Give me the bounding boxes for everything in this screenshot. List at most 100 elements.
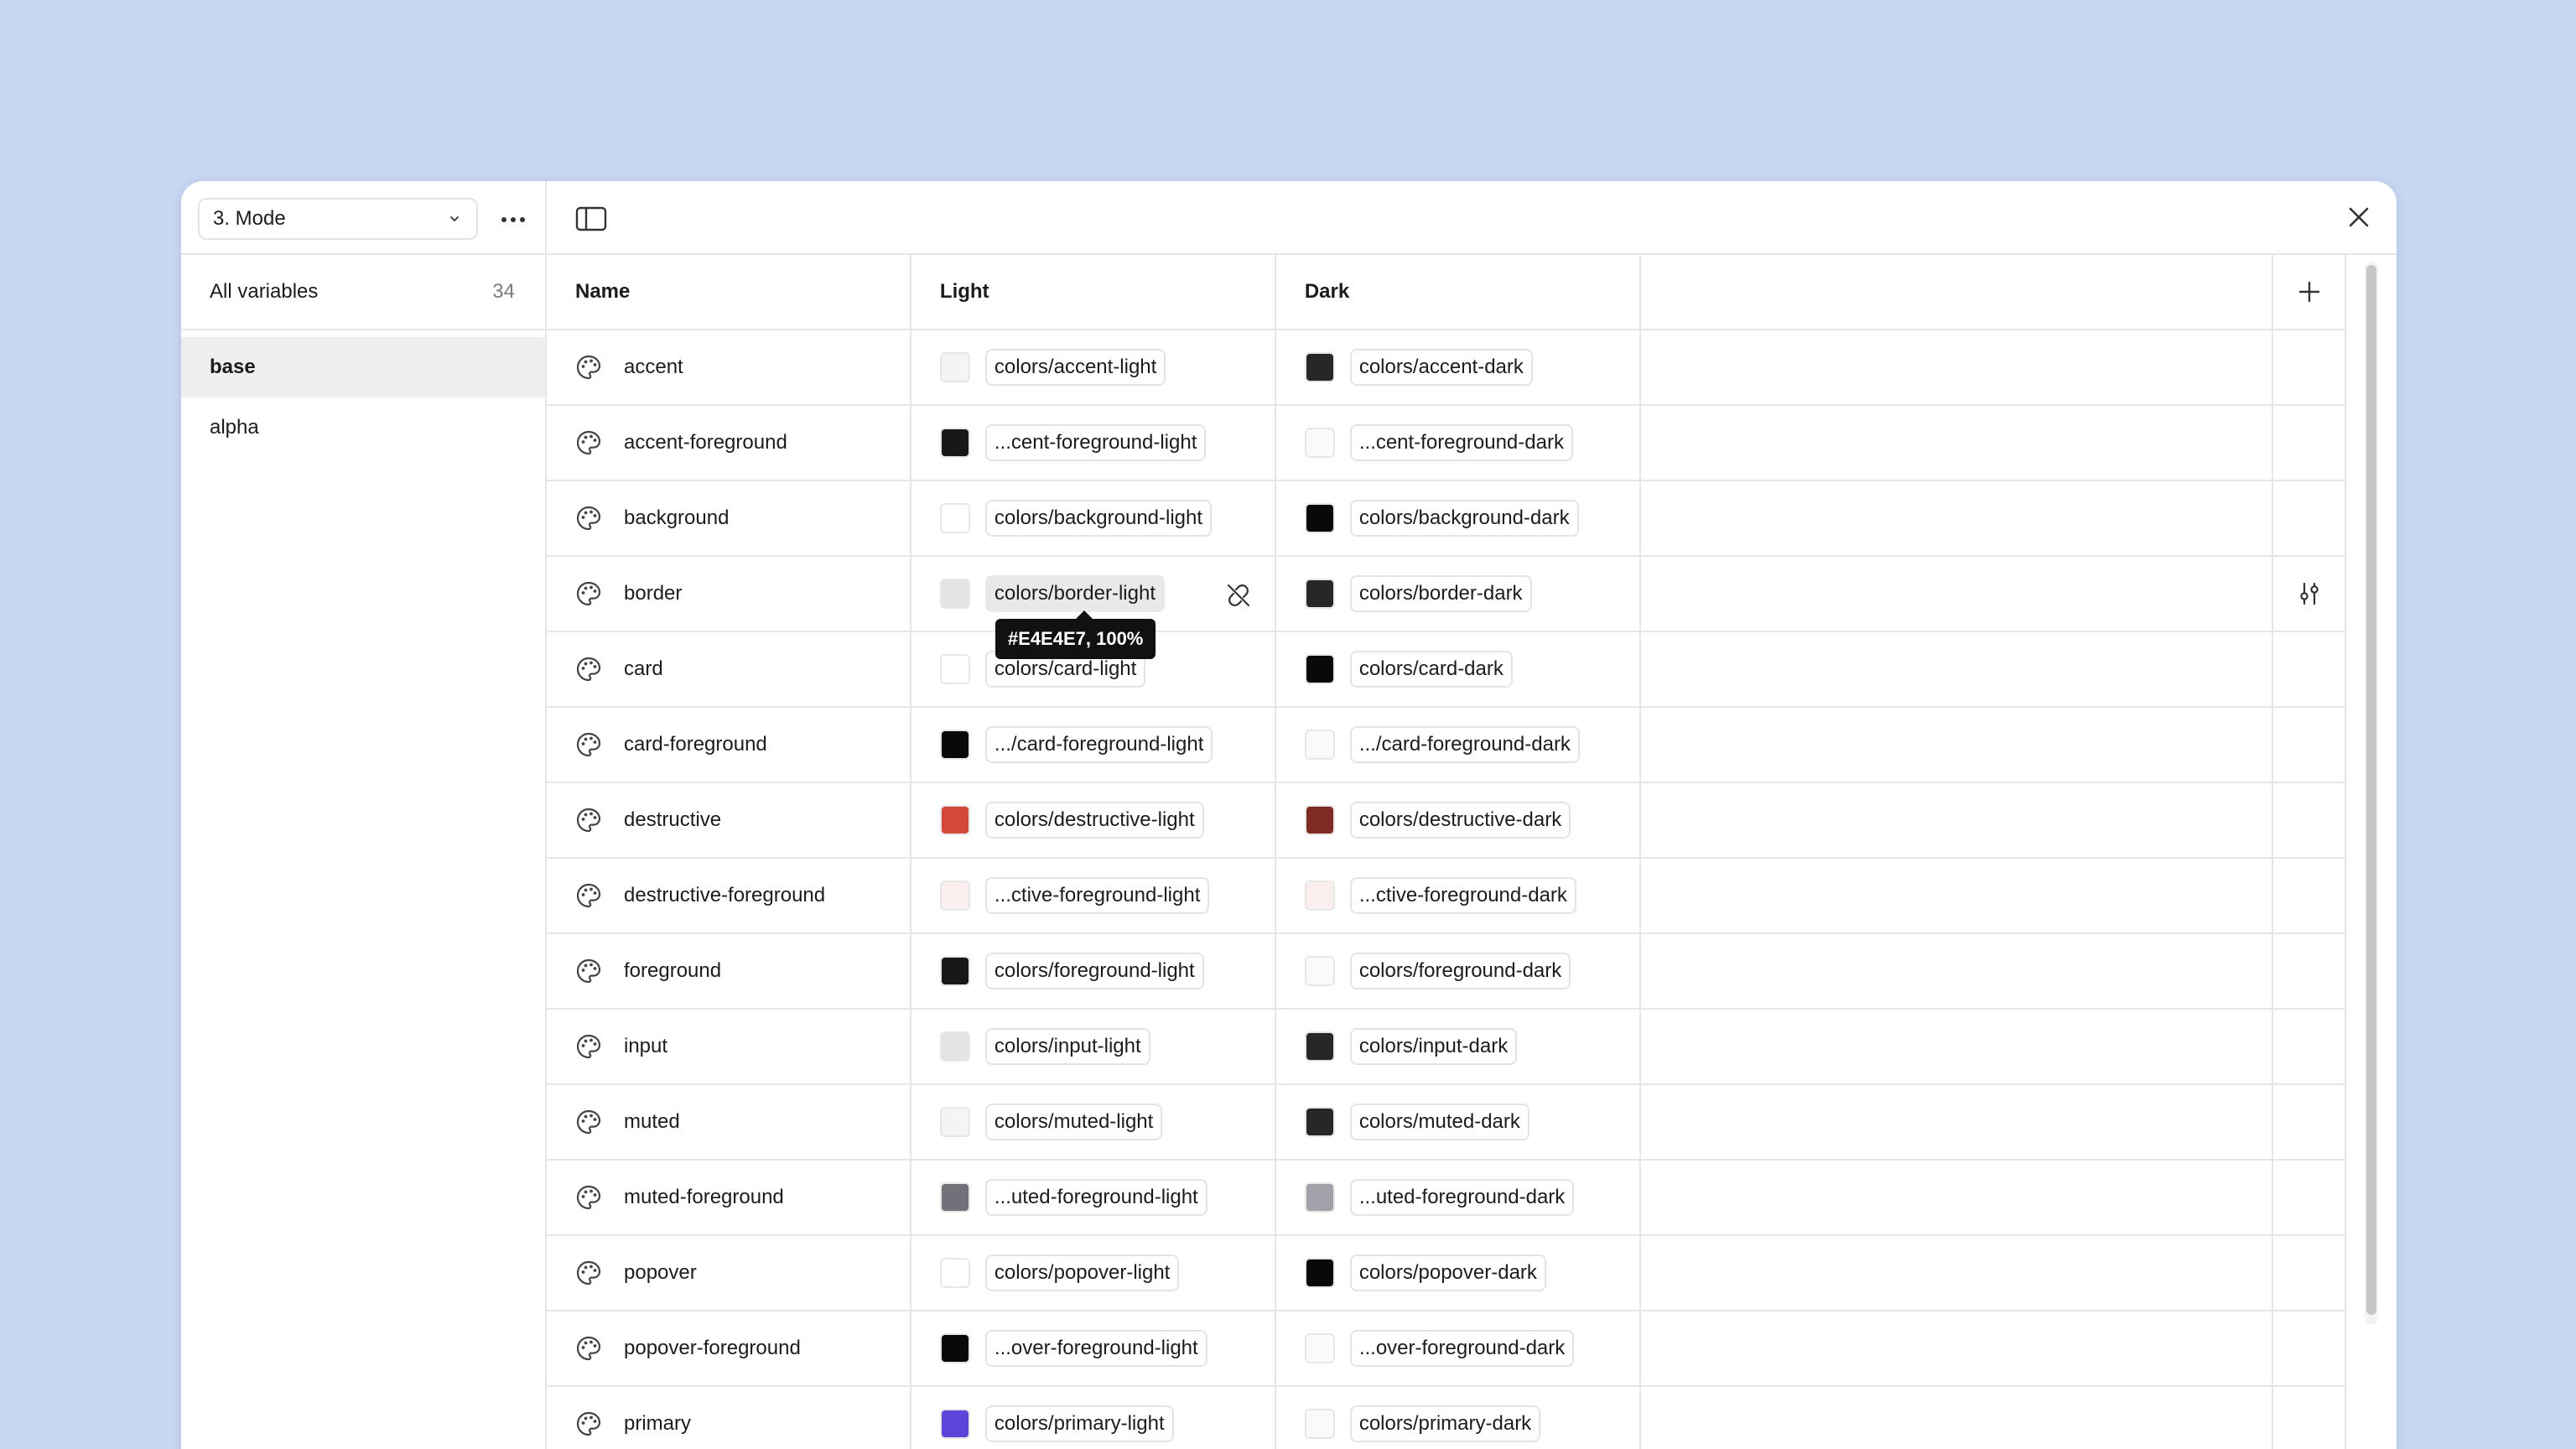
name-cell[interactable]: primary [547,1387,911,1449]
row-action-cell[interactable] [2273,783,2347,857]
dark-color-swatch[interactable] [1304,428,1335,458]
dark-color-swatch[interactable] [1304,1031,1335,1062]
row-action-cell[interactable] [2273,632,2347,706]
dark-alias-pill[interactable]: .../card-foreground-dark [1349,726,1580,763]
light-color-swatch[interactable] [939,1182,970,1213]
row-action-cell[interactable] [2273,1085,2347,1159]
dark-alias-pill[interactable]: colors/background-dark [1349,500,1579,537]
row-action-cell[interactable] [2273,1387,2347,1449]
column-header-light[interactable]: Light [911,255,1276,329]
dark-value-cell[interactable]: ...over-foreground-dark [1276,1311,1641,1385]
light-value-cell[interactable]: colors/background-light [911,481,1276,555]
row-action-cell[interactable] [2273,330,2347,404]
light-color-swatch[interactable] [939,428,970,458]
light-alias-pill[interactable]: colors/muted-light [984,1104,1163,1140]
table-row[interactable]: muted colors/muted-light colors/muted-da… [547,1085,2347,1161]
name-cell[interactable]: muted-foreground [547,1161,911,1234]
dark-value-cell[interactable]: colors/muted-dark [1276,1085,1641,1159]
table-row[interactable]: destructive colors/destructive-light col… [547,783,2347,859]
name-cell[interactable]: accent [547,330,911,404]
dark-color-swatch[interactable] [1304,1258,1335,1288]
light-color-swatch[interactable] [939,654,970,684]
dark-value-cell[interactable]: ...uted-foreground-dark [1276,1161,1641,1234]
column-header-dark[interactable]: Dark [1276,255,1641,329]
dark-color-swatch[interactable] [1304,880,1335,911]
light-color-swatch[interactable] [939,730,970,760]
dark-alias-pill[interactable]: colors/destructive-dark [1349,802,1571,839]
name-cell[interactable]: destructive [547,783,911,857]
dark-alias-pill[interactable]: colors/primary-dark [1349,1405,1541,1442]
row-action-cell[interactable] [2273,557,2347,631]
light-value-cell[interactable]: ...uted-foreground-light [911,1161,1276,1234]
dark-color-swatch[interactable] [1304,730,1335,760]
light-alias-pill[interactable]: colors/primary-light [984,1405,1174,1442]
table-row[interactable]: foreground colors/foreground-light color… [547,934,2347,1010]
dark-color-swatch[interactable] [1304,1107,1335,1137]
dark-value-cell[interactable]: colors/destructive-dark [1276,783,1641,857]
name-cell[interactable]: background [547,481,911,555]
row-action-cell[interactable] [2273,1010,2347,1083]
table-row[interactable]: accent-foreground ...cent-foreground-lig… [547,406,2347,481]
dark-alias-pill[interactable]: colors/popover-dark [1349,1254,1546,1291]
name-cell[interactable]: popover [547,1236,911,1310]
row-action-cell[interactable] [2273,934,2347,1008]
name-cell[interactable]: accent-foreground [547,406,911,480]
more-options-button[interactable] [496,203,530,236]
dark-value-cell[interactable]: colors/border-dark [1276,557,1641,631]
light-value-cell[interactable]: ...cent-foreground-light [911,406,1276,480]
group-item-alpha[interactable]: alpha [181,397,545,458]
row-action-cell[interactable] [2273,1311,2347,1385]
light-color-swatch[interactable] [939,503,970,533]
close-icon[interactable] [2346,205,2371,230]
light-alias-pill[interactable]: .../card-foreground-light [984,726,1213,763]
row-action-cell[interactable] [2273,859,2347,932]
dark-alias-pill[interactable]: colors/accent-dark [1349,349,1533,386]
dark-alias-pill[interactable]: colors/border-dark [1349,575,1532,612]
name-cell[interactable]: foreground [547,934,911,1008]
name-cell[interactable]: border [547,557,911,631]
light-color-swatch[interactable] [939,1333,970,1363]
row-action-cell[interactable] [2273,708,2347,782]
light-alias-pill[interactable]: colors/input-light [984,1028,1150,1065]
dark-value-cell[interactable]: colors/popover-dark [1276,1236,1641,1310]
light-value-cell[interactable]: colors/accent-light [911,330,1276,404]
light-value-cell[interactable]: colors/destructive-light [911,783,1276,857]
light-value-cell[interactable]: colors/popover-light [911,1236,1276,1310]
dark-alias-pill[interactable]: ...cent-foreground-dark [1349,424,1573,461]
row-action-cell[interactable] [2273,406,2347,480]
dark-color-swatch[interactable] [1304,805,1335,835]
light-alias-pill[interactable]: ...uted-foreground-light [984,1179,1208,1216]
dark-alias-pill[interactable]: colors/input-dark [1349,1028,1518,1065]
light-value-cell[interactable]: colors/border-light #E4E4E7, 100% [911,557,1276,659]
dark-value-cell[interactable]: colors/background-dark [1276,481,1641,555]
light-color-swatch[interactable] [939,1258,970,1288]
dark-value-cell[interactable]: ...ctive-foreground-dark [1276,859,1641,932]
dark-color-swatch[interactable] [1304,1409,1335,1439]
dark-color-swatch[interactable] [1304,654,1335,684]
name-cell[interactable]: muted [547,1085,911,1159]
light-alias-pill[interactable]: colors/accent-light [984,349,1166,386]
name-cell[interactable]: destructive-foreground [547,859,911,932]
light-alias-pill[interactable]: colors/background-light [984,500,1213,537]
sidebar-panel-icon[interactable] [575,206,607,231]
dark-alias-pill[interactable]: ...uted-foreground-dark [1349,1179,1575,1216]
dark-alias-pill[interactable]: colors/card-dark [1349,651,1513,688]
dark-color-swatch[interactable] [1304,1333,1335,1363]
table-row[interactable]: input colors/input-light colors/input-da… [547,1010,2347,1085]
light-value-cell[interactable]: colors/primary-light [911,1387,1276,1449]
dark-alias-pill[interactable]: colors/foreground-dark [1349,953,1571,989]
dark-value-cell[interactable]: colors/input-dark [1276,1010,1641,1083]
dark-alias-pill[interactable]: ...over-foreground-dark [1349,1330,1575,1367]
light-color-swatch[interactable] [939,1107,970,1137]
dark-alias-pill[interactable]: ...ctive-foreground-dark [1349,877,1576,914]
dark-color-swatch[interactable] [1304,1182,1335,1213]
light-color-swatch[interactable] [939,579,970,609]
dark-color-swatch[interactable] [1304,503,1335,533]
light-alias-pill[interactable]: ...cent-foreground-light [984,424,1207,461]
light-color-swatch[interactable] [939,352,970,382]
table-row[interactable]: card-foreground .../card-foreground-ligh… [547,708,2347,783]
light-color-swatch[interactable] [939,880,970,911]
light-alias-pill[interactable]: colors/border-light [984,575,1165,612]
detach-alias-icon[interactable] [1225,582,1252,609]
table-row[interactable]: border colors/border-light #E4E4E7, 100%… [547,557,2347,659]
